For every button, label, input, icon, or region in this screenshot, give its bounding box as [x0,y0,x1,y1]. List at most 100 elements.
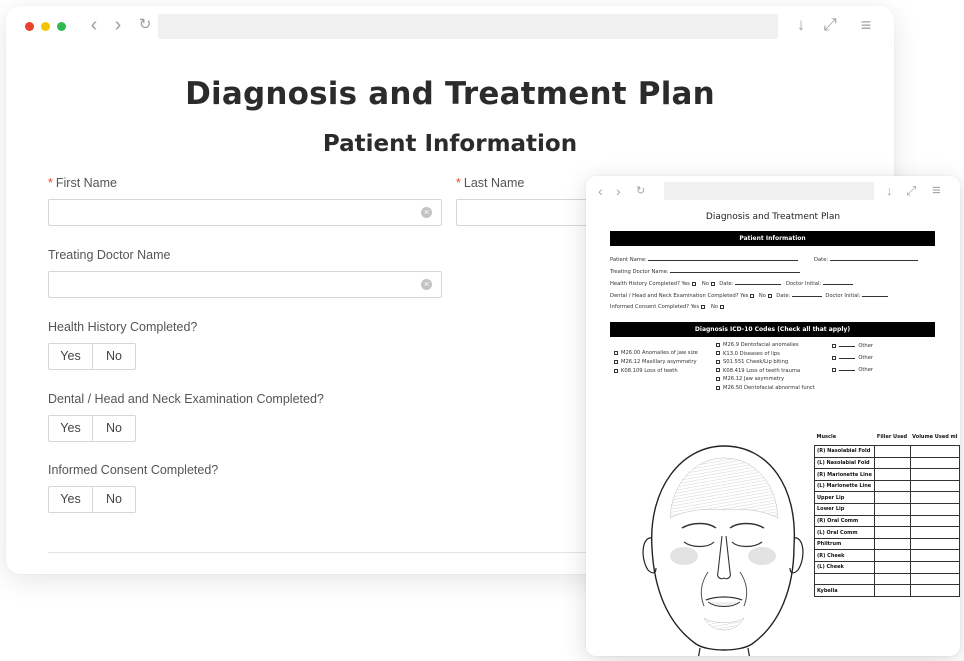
back-icon[interactable]: ‹ [84,14,104,36]
first-name-label-text: First Name [55,176,117,190]
health-history-no-button[interactable]: No [93,344,135,369]
volume-cell[interactable] [909,445,960,458]
muscle-table: Muscle Filler Used Volume Used ml (R) Na… [813,434,960,597]
treating-doctor-input[interactable]: × [48,271,442,298]
filler-cell[interactable] [874,468,911,481]
required-marker: * [48,176,53,190]
doc-dental-label: Dental / Head and Neck Examination Compl… [610,293,749,299]
filler-cell[interactable] [874,445,911,458]
volume-cell[interactable] [909,456,960,470]
clear-icon[interactable]: × [421,207,432,218]
dental-exam-no-button[interactable]: No [93,416,135,441]
filler-cell[interactable] [874,526,911,539]
menu-icon[interactable]: ≡ [855,14,877,36]
muscle-name-cell: (L) Nasolabial Fold [813,456,876,470]
volume-cell[interactable] [909,479,960,493]
doc-patient-name-label: Patient Name: [610,257,647,263]
doc-code-mid: M26.50 Dentofacial abnormal funct [716,385,815,391]
doc-code-left-text: M26.00 Anomalies of jaw size [621,350,698,356]
doc-title: Diagnosis and Treatment Plan [705,212,841,222]
muscle-row: (L) Nasolabial Fold [813,456,960,470]
face-diagram [642,445,804,656]
volume-cell[interactable] [909,514,960,528]
health-history-yes-button[interactable]: Yes [49,344,93,369]
filler-cell[interactable] [874,561,911,574]
header-volume: Volume Used ml [912,434,958,440]
doc-code-mid-text: M26.50 Dentofacial abnormal funct [723,385,815,391]
browser-toolbar: ‹ › ↻ ↓ ⤢ ≡ [6,6,894,46]
doc-dental-line: Dental / Head and Neck Examination Compl… [610,292,889,299]
doc-patient-name-line: Patient Name: [610,256,799,263]
muscle-table-header: Muscle Filler Used Volume Used ml [815,434,960,446]
document-preview-window: ‹ › ↻ ↓ ⤢ ≡ Diagnosis and Treatment Plan… [586,176,960,656]
filler-cell[interactable] [874,572,911,586]
filler-cell[interactable] [874,584,911,597]
filler-cell[interactable] [874,503,911,516]
dental-exam-label: Dental / Head and Neck Examination Compl… [48,392,324,406]
minimize-window-dot[interactable] [41,22,50,31]
forward-icon[interactable]: › [108,14,128,36]
dental-exam-toggle: Yes No [48,415,136,442]
last-name-label-text: Last Name [463,176,525,190]
muscle-row: Lower Lip [813,503,960,516]
header-muscle: Muscle [816,434,837,440]
doc-code-other: Other [832,342,873,349]
last-name-label: * Last Name [456,176,524,190]
address-bar[interactable] [158,14,778,39]
muscle-row: (R) Marionette Line [813,468,960,481]
form-divider [48,552,628,553]
first-name-input[interactable]: × [48,199,442,226]
muscle-row: (R) Oral Comm [813,514,960,528]
reload-icon[interactable]: ↻ [135,14,155,36]
filler-cell[interactable] [874,514,911,528]
fullscreen-icon[interactable]: ⤢ [819,14,841,36]
doc-code-mid: M26.12 Jaw asymmetry [716,376,784,382]
filler-cell[interactable] [874,456,911,470]
muscle-name-cell: (R) Nasolabial Fold [813,445,876,458]
muscle-name-cell: Upper Lip [813,491,876,505]
volume-cell[interactable] [909,584,960,597]
doc-code-mid: M26.9 Dentofacial anomalies [716,342,799,348]
doc-date-label: Date: [814,257,829,263]
doc-health-label: Health History Completed? Yes [610,281,690,287]
screenshot-stage: ‹ › ↻ ↓ ⤢ ≡ Diagnosis and Treatment Plan… [0,0,964,661]
filler-cell[interactable] [874,537,911,551]
consent-no-button[interactable]: No [93,487,135,512]
volume-cell[interactable] [909,549,960,563]
filler-cell[interactable] [874,479,911,493]
download-icon[interactable]: ↓ [790,14,812,36]
doc-code-mid-text: M26.12 Jaw asymmetry [723,376,785,383]
muscle-name-cell: (R) Cheek [813,549,876,563]
volume-cell[interactable] [909,503,960,516]
muscle-name-cell: (L) Marionette Line [813,479,876,493]
muscle-row: (L) Marionette Line [813,479,960,493]
form-title: Diagnosis and Treatment Plan [185,76,715,112]
doc-date2-label: Date: [776,293,791,299]
muscle-row: Philtrum [813,537,960,551]
filler-cell[interactable] [874,491,911,505]
header-filler: Filler Used [876,434,908,440]
muscle-name-cell: Kybella [813,584,876,597]
doc-code-mid: S01.551 Cheek/Lip biting [716,359,788,365]
maximize-window-dot[interactable] [57,22,66,31]
doc-code-left: M26.12 Maxillary asymmetry [614,359,697,365]
health-history-label: Health History Completed? [48,320,198,334]
volume-cell[interactable] [909,468,960,481]
doc-code-mid: K13.0 Diseases of lips [716,351,780,357]
clear-icon[interactable]: × [421,279,432,290]
volume-cell[interactable] [909,572,960,586]
volume-cell[interactable] [909,526,960,539]
consent-yes-button[interactable]: Yes [49,487,93,512]
volume-cell[interactable] [909,537,960,551]
muscle-row: Kybella [813,584,960,597]
filler-cell[interactable] [874,549,911,563]
volume-cell[interactable] [909,491,960,505]
dental-exam-yes-button[interactable]: Yes [49,416,93,441]
doc-doctor-line: Treating Doctor Name: [610,268,801,275]
volume-cell[interactable] [909,561,960,574]
consent-toggle: Yes No [48,486,136,513]
doc-code-other: Other [832,354,873,361]
close-window-dot[interactable] [25,22,34,31]
doc-code-left: K08.109 Loss of teeth [614,368,678,374]
doc-code-mid-text: S01.551 Cheek/Lip biting [723,359,789,366]
